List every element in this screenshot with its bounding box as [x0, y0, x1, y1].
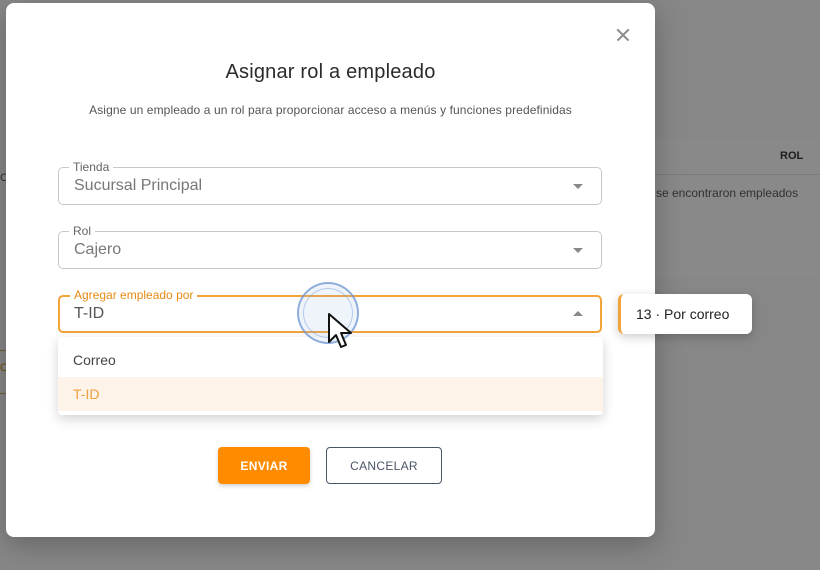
close-icon[interactable] [613, 25, 633, 45]
assign-role-modal: Asignar rol a empleado Asigne un emplead… [6, 3, 655, 537]
store-select-value: Sucursal Principal [74, 177, 203, 194]
add-employee-by-label: Agregar empleado por [70, 288, 198, 302]
callout-text: 13 · Por correo [636, 306, 730, 322]
add-employee-by-value: T-ID [74, 305, 105, 322]
send-button[interactable]: ENVIAR [218, 447, 310, 484]
chevron-down-icon [573, 248, 583, 253]
cancel-button[interactable]: CANCELAR [326, 447, 442, 484]
chevron-down-icon [573, 184, 583, 189]
mouse-cursor-icon [328, 313, 352, 348]
role-select-label: Rol [69, 224, 96, 238]
store-select[interactable]: Tienda Sucursal Principal [58, 160, 602, 205]
step-callout: 13 · Por correo [618, 294, 752, 334]
chevron-up-icon [573, 311, 583, 316]
modal-title: Asignar rol a empleado [225, 61, 436, 83]
store-select-label: Tienda [69, 160, 114, 174]
role-select-value: Cajero [74, 241, 122, 258]
dropdown-option-tid[interactable]: T-ID [58, 377, 603, 411]
modal-subtitle: Asigne un empleado a un rol para proporc… [89, 103, 572, 117]
role-select[interactable]: Rol Cajero [58, 224, 602, 269]
